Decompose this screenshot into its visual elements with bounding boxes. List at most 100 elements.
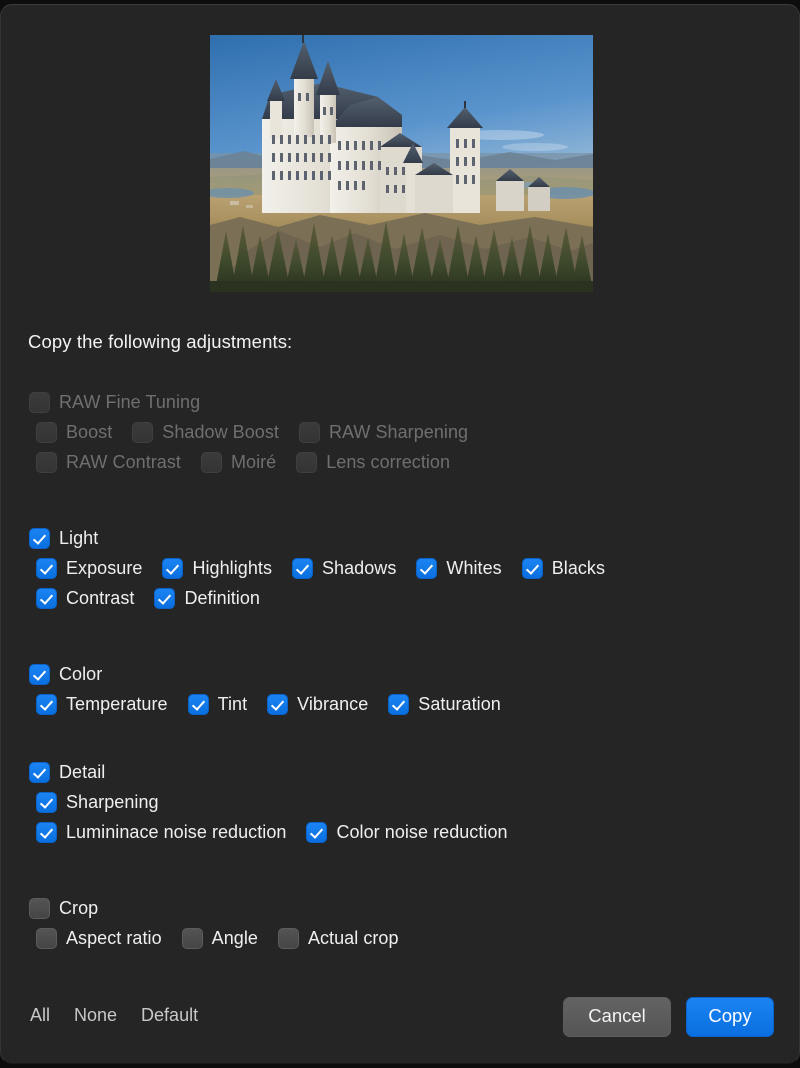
checkbox-shadows[interactable]: Shadows <box>292 557 396 579</box>
checked-checkbox-icon[interactable] <box>187 693 209 715</box>
checked-checkbox-icon[interactable] <box>36 587 57 609</box>
checkbox-exposure[interactable]: Exposure <box>36 557 143 579</box>
group-sub-row: Lumininace noise reduction Color noise re… <box>1 817 799 847</box>
checkbox-label: Blacks <box>551 557 606 578</box>
unchecked-checkbox-icon[interactable] <box>36 927 57 949</box>
group-sub-row: RAW Contrast Moiré Lens correction <box>1 447 799 477</box>
checkbox-raw-fine-tuning: RAW Fine Tuning <box>29 391 201 413</box>
group-header-row: Color <box>1 659 799 689</box>
link-default[interactable]: Default <box>141 1005 198 1026</box>
dialog-actions: Cancel Copy <box>563 997 774 1037</box>
unchecked-checkbox-icon[interactable] <box>181 927 203 949</box>
checkbox-blacks[interactable]: Blacks <box>521 557 606 579</box>
checkbox-label: Color noise reduction <box>336 821 508 842</box>
checkbox-label: RAW Fine Tuning <box>59 391 201 412</box>
checkbox-label: Light <box>59 527 99 548</box>
checkbox-lumininace-noise-reduction[interactable]: Lumininace noise reduction <box>36 821 286 843</box>
checkbox-crop[interactable]: Crop <box>29 897 99 919</box>
checkbox-label: Lens correction <box>326 451 451 472</box>
checkbox-light[interactable]: Light <box>29 527 99 549</box>
checkbox-label: Moiré <box>230 451 277 472</box>
checkbox-sharpening[interactable]: Sharpening <box>36 791 159 813</box>
thumbnail-area <box>1 5 799 315</box>
checked-checkbox-icon[interactable] <box>292 557 313 579</box>
checked-checkbox-icon[interactable] <box>416 557 438 579</box>
cancel-button[interactable]: Cancel <box>563 997 671 1037</box>
checkbox-color[interactable]: Color <box>29 663 103 685</box>
checkbox-label: Tint <box>217 693 248 714</box>
castle-photo-illustration <box>210 35 593 292</box>
checkbox-raw-contrast: RAW Contrast <box>36 451 181 473</box>
unchecked-checkbox-icon <box>36 421 57 443</box>
checked-checkbox-icon[interactable] <box>306 821 328 843</box>
link-all[interactable]: All <box>30 1005 50 1026</box>
unchecked-checkbox-icon <box>36 451 57 473</box>
checked-checkbox-icon[interactable] <box>36 821 57 843</box>
checkbox-label: Exposure <box>66 557 143 578</box>
checkbox-definition[interactable]: Definition <box>154 587 260 609</box>
checkbox-actual-crop[interactable]: Actual crop <box>277 927 399 949</box>
checkbox-label: RAW Contrast <box>66 451 181 472</box>
link-none[interactable]: None <box>74 1005 117 1026</box>
checkbox-label: Angle <box>211 927 258 948</box>
checkbox-whites[interactable]: Whites <box>416 557 502 579</box>
group-header-row: Crop <box>1 893 799 923</box>
checked-checkbox-icon[interactable] <box>29 663 50 685</box>
checkbox-label: Aspect ratio <box>66 927 162 948</box>
group-header-row: RAW Fine Tuning <box>1 387 799 417</box>
checkbox-angle[interactable]: Angle <box>181 927 258 949</box>
adjustment-group-detail: Detail Sharpening Lumininace noise reducti… <box>1 757 799 847</box>
checkbox-detail[interactable]: Detail <box>29 761 106 783</box>
checkbox-label: Vibrance <box>297 693 369 714</box>
group-sub-row: Boost Shadow Boost RAW Sharpening <box>1 417 799 447</box>
group-header-row: Light <box>1 523 799 553</box>
unchecked-checkbox-icon <box>296 451 318 473</box>
checkbox-saturation[interactable]: Saturation <box>388 693 501 715</box>
group-header-row: Detail <box>1 757 799 787</box>
unchecked-checkbox-icon <box>29 391 50 413</box>
checkbox-label: Whites <box>446 557 502 578</box>
checkbox-highlights[interactable]: Highlights <box>162 557 272 579</box>
checked-checkbox-icon[interactable] <box>388 693 410 715</box>
checkbox-label: Boost <box>66 421 113 442</box>
copy-button[interactable]: Copy <box>686 997 774 1037</box>
preset-links: All None Default <box>30 1005 198 1026</box>
checkbox-label: Temperature <box>66 693 168 714</box>
checkbox-aspect-ratio[interactable]: Aspect ratio <box>36 927 162 949</box>
unchecked-checkbox-icon <box>200 451 222 473</box>
adjustment-group-color: Color Temperature Tint Vibrance Saturation <box>1 659 799 719</box>
group-sub-row: Sharpening <box>1 787 799 817</box>
checkbox-vibrance[interactable]: Vibrance <box>267 693 369 715</box>
checkbox-label: Crop <box>59 897 99 918</box>
checkbox-lens-correction: Lens correction <box>296 451 451 473</box>
checked-checkbox-icon[interactable] <box>154 587 176 609</box>
checked-checkbox-icon[interactable] <box>162 557 184 579</box>
checkbox-color-noise-reduction[interactable]: Color noise reduction <box>306 821 508 843</box>
checked-checkbox-icon[interactable] <box>267 693 289 715</box>
unchecked-checkbox-icon[interactable] <box>29 897 50 919</box>
checkbox-tint[interactable]: Tint <box>187 693 248 715</box>
group-sub-row: Temperature Tint Vibrance Saturation <box>1 689 799 719</box>
checkbox-label: Sharpening <box>66 791 159 812</box>
group-sub-row: Contrast Definition <box>1 583 799 613</box>
checkbox-temperature[interactable]: Temperature <box>36 693 168 715</box>
unchecked-checkbox-icon <box>298 421 320 443</box>
checked-checkbox-icon[interactable] <box>36 791 57 813</box>
checked-checkbox-icon[interactable] <box>36 693 57 715</box>
dialog-footer: All None Default Cancel Copy <box>1 997 799 1047</box>
checkbox-label: Color <box>59 663 103 684</box>
unchecked-checkbox-icon[interactable] <box>277 927 299 949</box>
checkbox-label: Detail <box>59 761 106 782</box>
adjustment-group-crop: Crop Aspect ratio Angle Actual crop <box>1 893 799 953</box>
checked-checkbox-icon[interactable] <box>29 761 50 783</box>
checkbox-label: RAW Sharpening <box>328 421 469 442</box>
checkbox-shadow-boost: Shadow Boost <box>132 421 279 443</box>
checked-checkbox-icon[interactable] <box>36 557 57 579</box>
checkbox-moir: Moiré <box>200 451 277 473</box>
checked-checkbox-icon[interactable] <box>29 527 50 549</box>
checkbox-contrast[interactable]: Contrast <box>36 587 134 609</box>
group-sub-row: Aspect ratio Angle Actual crop <box>1 923 799 953</box>
checked-checkbox-icon[interactable] <box>521 557 543 579</box>
checkbox-label: Actual crop <box>307 927 399 948</box>
group-sub-row: Exposure Highlights Shadows Whites Blacks <box>1 553 799 583</box>
